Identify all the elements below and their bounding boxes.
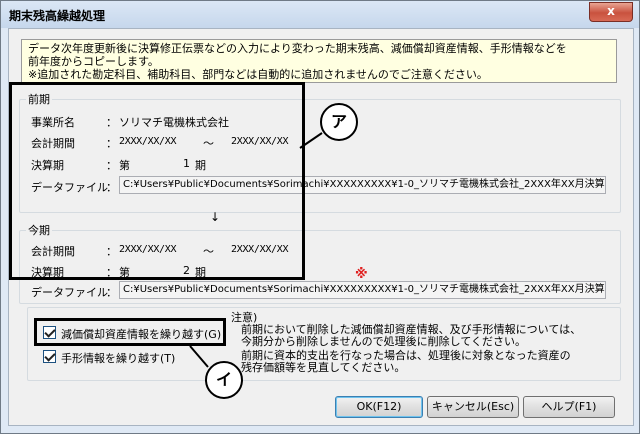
previous-term-prefix: 第 [119,159,130,172]
info-line: データ次年度更新後に決算修正伝票などの入力により変わった期末残高、減価償却資産情… [28,42,567,55]
title-bar[interactable]: 期末残高繰越処理 x [1,1,639,28]
colon: ： [106,245,117,258]
previous-period-label: 会計期間 [31,137,75,150]
cancel-button[interactable]: キャンセル(Esc) [427,396,519,418]
previous-group-legend: 前期 [28,93,50,106]
previous-period-separator: 〜 [203,137,214,150]
previous-term-label: 決算期 [31,159,64,172]
colon: ： [106,137,117,150]
previous-data-file-path: C:¥Users¥Public¥Documents¥Sorimachi¥XXXX… [119,176,606,194]
previous-file-label: データファイル [31,181,108,194]
previous-term-number: 1 [183,157,190,170]
current-period-to: 2XXX/XX/XX [231,244,289,255]
info-message-box: データ次年度更新後に決算修正伝票などの入力により変わった期末残高、減価償却資産情… [21,39,617,83]
callout-i: イ [205,361,243,399]
previous-period-to: 2XXX/XX/XX [231,136,289,147]
current-file-label: データファイル [31,286,108,299]
current-period-from: 2XXX/XX/XX [119,244,177,255]
current-group-legend: 今期 [28,224,50,237]
current-period-label: 会計期間 [31,245,75,258]
info-line: 前年度からコピーします。 [28,55,159,68]
callout-a: ア [320,103,358,141]
dialog-window: 期末残高繰越処理 x データ次年度更新後に決算修正伝票などの入力により変わった期… [0,0,640,434]
window-title: 期末残高繰越処理 [9,9,106,23]
reference-marker: ※ [355,267,368,282]
company-name-value: ソリマチ電機株式会社 [119,116,229,129]
current-term-label: 決算期 [31,266,64,279]
close-button[interactable]: x [589,2,633,22]
colon: ： [106,116,117,129]
current-period-separator: 〜 [203,245,214,258]
current-term-suffix: 期 [195,266,206,279]
caution-line: 残存価額等を見直してください。 [241,361,406,374]
help-button[interactable]: ヘルプ(F1) [523,396,615,418]
carry-depreciation-checkbox[interactable] [43,326,56,339]
colon: ： [106,181,117,194]
carry-depreciation-label[interactable]: 減価償却資産情報を繰り越す(G) [61,326,221,342]
company-name-label: 事業所名 [31,116,75,129]
current-data-file-path: C:¥Users¥Public¥Documents¥Sorimachi¥XXXX… [119,281,606,299]
previous-period-from: 2XXX/XX/XX [119,136,177,147]
colon: ： [106,266,117,279]
previous-term-suffix: 期 [195,159,206,172]
colon: ： [106,286,117,299]
caution-line: 今期分から削除しませんので処理後に削除してください。 [241,335,527,348]
ok-button[interactable]: OK(F12) [335,396,423,418]
carry-notes-label[interactable]: 手形情報を繰り越す(T) [61,350,175,366]
dialog-body: データ次年度更新後に決算修正伝票などの入力により変わった期末残高、減価償却資産情… [8,28,634,426]
current-term-number: 2 [183,264,190,277]
colon: ： [106,159,117,172]
current-term-prefix: 第 [119,266,130,279]
info-line: ※追加された勘定科目、補助科目、部門などは自動的に追加されませんのでご注意くださ… [28,68,488,81]
carry-notes-checkbox[interactable] [43,350,56,363]
